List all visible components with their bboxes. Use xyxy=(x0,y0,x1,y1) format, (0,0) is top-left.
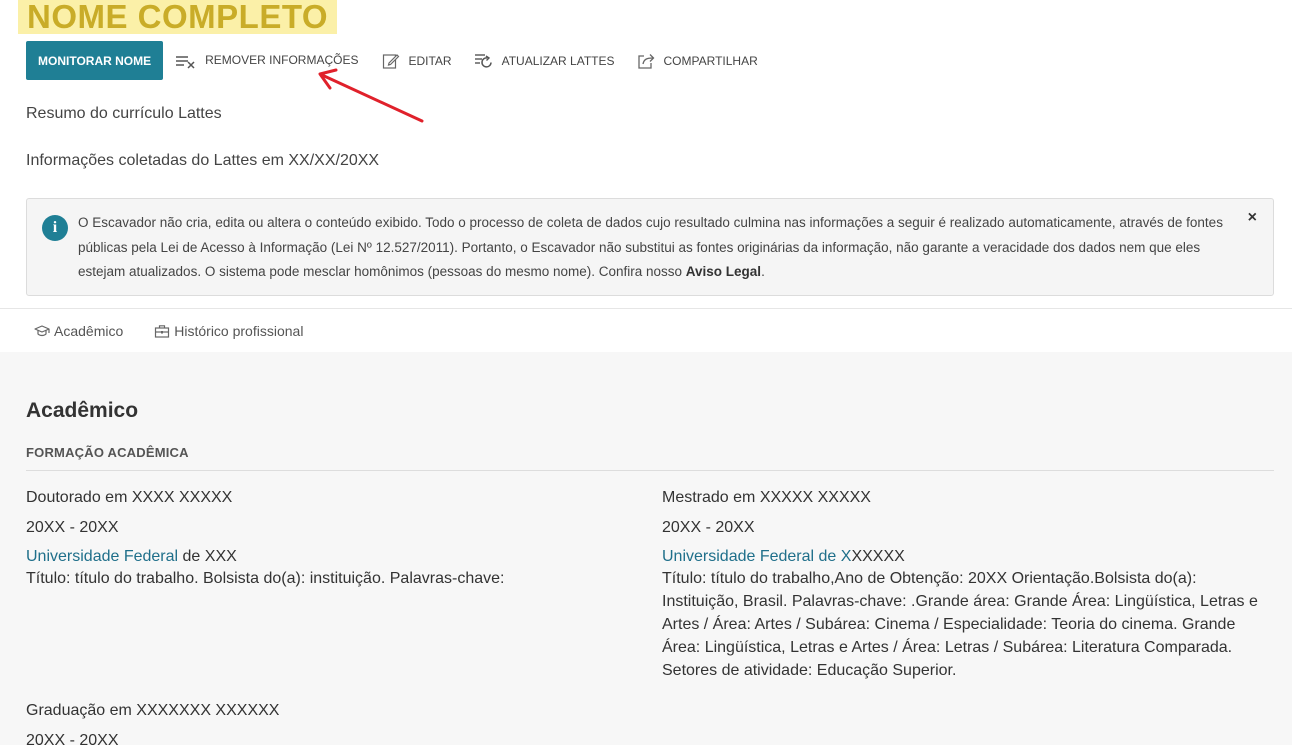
update-lattes-button[interactable]: ATUALIZAR LATTES xyxy=(474,41,615,80)
title-highlight: NOME COMPLETO xyxy=(18,0,338,35)
collected-date: Informações coletadas do Lattes em XX/XX… xyxy=(26,152,380,169)
page-title: NOME COMPLETO xyxy=(27,0,329,35)
academic-section: Acadêmico FORMAÇÃO ACADÊMICA Doutorado e… xyxy=(0,352,1292,749)
education-period: 20XX - 20XX xyxy=(662,519,755,536)
legal-notice-alert: i O Escavador não cria, edita ou altera … xyxy=(26,198,1274,296)
institution-rest: XXXXX xyxy=(851,548,905,565)
education-item: Doutorado em XXXX XXXXX 20XX - 20XX Univ… xyxy=(26,488,626,590)
share-label: COMPARTILHAR xyxy=(663,53,758,68)
share-icon xyxy=(637,53,654,69)
clear-list-icon xyxy=(176,55,195,69)
education-description: Título: título do trabalho,Ano de Obtenç… xyxy=(662,570,1258,679)
share-button[interactable]: COMPARTILHAR xyxy=(637,41,758,80)
remove-info-label: REMOVER INFORMAÇÕES xyxy=(205,52,359,67)
institution-rest: de XXX xyxy=(178,548,237,565)
education-institution: Universidade Federal de XXXXXX xyxy=(662,547,1262,567)
profile-tabs: Acadêmico Histórico profissional xyxy=(0,308,1292,352)
annotation-arrow xyxy=(318,68,424,123)
tab-professional-history[interactable]: Histórico profissional xyxy=(154,323,303,339)
close-icon[interactable]: × xyxy=(1248,209,1257,227)
tab-professional-history-label: Histórico profissional xyxy=(174,322,304,339)
education-degree: Graduação em XXXXXXX XXXXXX xyxy=(26,702,280,719)
legal-notice-body: O Escavador não cria, edita ou altera o … xyxy=(78,215,1223,279)
tab-academic-label: Acadêmico xyxy=(54,322,124,339)
education-period: 20XX - 20XX xyxy=(26,519,119,536)
education-degree: Doutorado em XXXX XXXXX xyxy=(26,489,233,506)
section-divider xyxy=(26,470,1274,471)
section-subtitle: FORMAÇÃO ACADÊMICA xyxy=(26,445,189,460)
section-title: Acadêmico xyxy=(26,399,139,422)
graduation-cap-icon xyxy=(34,324,50,336)
briefcase-icon xyxy=(155,324,170,338)
tab-academic[interactable]: Acadêmico xyxy=(34,323,123,339)
monitor-name-button[interactable]: MONITORAR NOME xyxy=(26,41,164,80)
legal-notice-suffix: . xyxy=(761,264,765,279)
education-description: Título: título do trabalho. Bolsista do(… xyxy=(26,570,505,587)
education-item: Mestrado em XXXXX XXXXX 20XX - 20XX Univ… xyxy=(662,488,1262,682)
update-lattes-label: ATUALIZAR LATTES xyxy=(501,53,615,68)
profile-header: NOME COMPLETO MONITORAR NOME REMOVER INF… xyxy=(0,0,1292,352)
education-item: Graduação em XXXXXXX XXXXXX 20XX - 20XX xyxy=(26,701,626,751)
institution-link[interactable]: Universidade Federal de X xyxy=(662,548,851,565)
info-icon: i xyxy=(42,215,68,241)
legal-notice-text: O Escavador não cria, edita ou altera o … xyxy=(78,211,1238,285)
legal-notice-link[interactable]: Aviso Legal xyxy=(686,264,761,279)
refresh-list-icon xyxy=(474,53,492,68)
education-degree: Mestrado em XXXXX XXXXX xyxy=(662,489,871,506)
institution-link[interactable]: Universidade Federal xyxy=(26,548,178,565)
education-period: 20XX - 20XX xyxy=(26,732,119,749)
summary-title: Resumo do currículo Lattes xyxy=(26,105,222,122)
education-institution: Universidade Federal de XXX xyxy=(26,547,626,567)
